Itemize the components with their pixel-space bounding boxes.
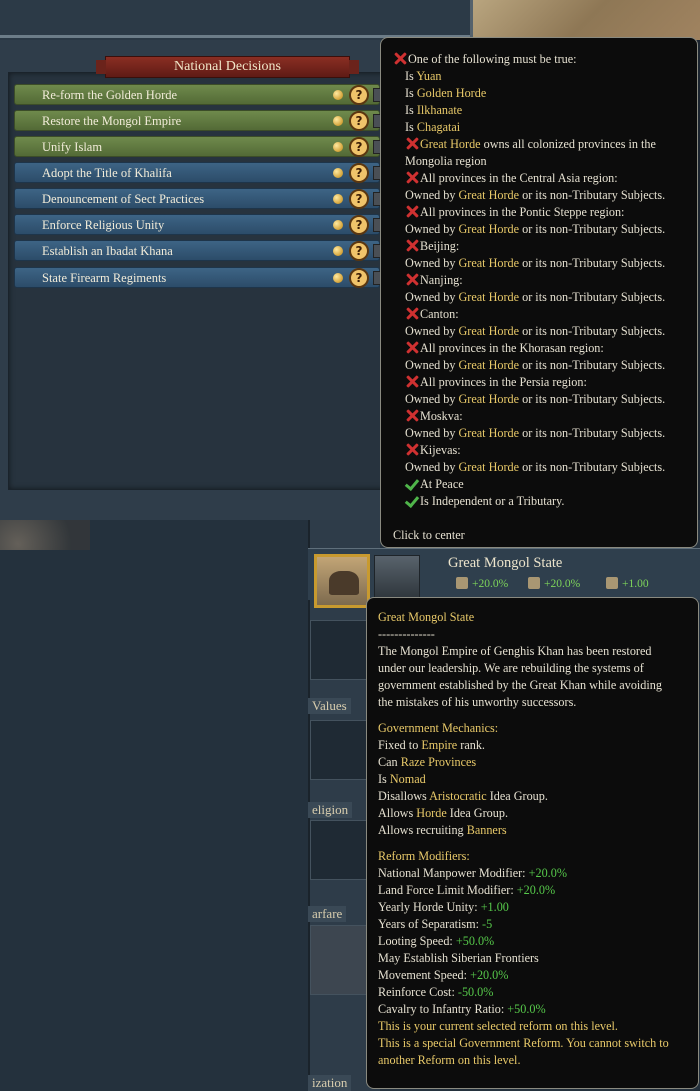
modifiers-header: Reform Modifiers: — [378, 849, 470, 863]
top-frame — [0, 0, 470, 38]
reform-slot-musket[interactable] — [310, 925, 370, 995]
help-button[interactable]: ? — [349, 215, 369, 235]
decision-establish-ibadat-khana[interactable]: Establish an Ibadat Khana ? — [14, 240, 381, 261]
map-corner[interactable] — [470, 0, 700, 40]
decision-unify-islam[interactable]: Unify Islam ? — [14, 136, 381, 157]
current-reform-note: This is your current selected reform on … — [378, 1019, 618, 1033]
reform-portrait-icon — [314, 554, 370, 608]
unmet-cross-icon — [405, 375, 420, 388]
decision-restore-mongol-empire[interactable]: Restore the Mongol Empire ? — [14, 110, 381, 131]
reform-slot[interactable] — [310, 820, 370, 880]
reform-tooltip-title: Great Mongol State — [378, 610, 475, 624]
decision-label: Unify Islam — [42, 140, 103, 154]
horsemen-icon — [329, 571, 359, 595]
modifier-row: National Manpower Modifier: +20.0% — [378, 866, 567, 880]
decision-requirements-tooltip: One of the following must be true: Is Yu… — [380, 37, 698, 548]
category-label-values: Values — [308, 698, 351, 714]
coin-icon — [333, 90, 343, 100]
decorative-corner — [0, 520, 90, 550]
met-check-icon — [405, 494, 420, 507]
help-button[interactable]: ? — [349, 111, 369, 131]
help-button[interactable]: ? — [349, 137, 369, 157]
unmet-cross-icon — [405, 409, 420, 422]
coin-icon — [333, 273, 343, 283]
unmet-cross-icon — [393, 52, 408, 65]
unmet-cross-icon — [405, 171, 420, 184]
modifier-row: Movement Speed: +20.0% — [378, 968, 509, 982]
coin-icon — [333, 168, 343, 178]
modifier-row: Reinforce Cost: -50.0% — [378, 985, 494, 999]
decision-adopt-title-khalifa[interactable]: Adopt the Title of Khalifa ? — [14, 162, 381, 183]
decision-label: Denouncement of Sect Practices — [42, 192, 205, 206]
help-button[interactable]: ? — [349, 163, 369, 183]
decision-state-firearm-regiments[interactable]: State Firearm Regiments ? — [14, 267, 381, 288]
modifier-row: Looting Speed: +50.0% — [378, 934, 495, 948]
unmet-cross-icon — [405, 443, 420, 456]
decision-label: Establish an Ibadat Khana — [42, 244, 173, 258]
modifier-row: Cavalry to Infantry Ratio: +50.0% — [378, 1002, 546, 1016]
special-reform-note: This is a special Government Reform. You… — [378, 1036, 669, 1050]
unmet-cross-icon — [405, 239, 420, 252]
reform-header-great-mongol-state[interactable]: Great Mongol State +20.0% +20.0% +1.00 — [308, 548, 700, 608]
mechanics-header: Government Mechanics: — [378, 721, 499, 735]
reform-modifier-horde-unity: +1.00 — [606, 577, 649, 590]
reform-slot[interactable] — [310, 720, 370, 780]
reform-title: Great Mongol State — [448, 555, 563, 571]
horde-unity-icon — [606, 577, 618, 589]
decision-label: State Firearm Regiments — [42, 271, 167, 285]
help-button[interactable]: ? — [349, 85, 369, 105]
manpower-icon — [456, 577, 468, 589]
modifier-row: Land Force Limit Modifier: +20.0% — [378, 883, 556, 897]
decision-label: Adopt the Title of Khalifa — [42, 166, 172, 180]
met-check-icon — [405, 477, 420, 490]
reform-modifier-manpower: +20.0% — [456, 577, 508, 590]
decision-label: Enforce Religious Unity — [42, 218, 165, 232]
decisions-title: National Decisions — [96, 56, 359, 78]
reform-tooltip: Great Mongol State -------------- The Mo… — [366, 597, 699, 1089]
decision-denouncement-sect-practices[interactable]: Denouncement of Sect Practices ? — [14, 188, 381, 209]
unmet-cross-icon — [405, 341, 420, 354]
decision-label: Re-form the Golden Horde — [42, 88, 178, 102]
help-button[interactable]: ? — [349, 189, 369, 209]
reform-slot[interactable] — [310, 620, 370, 680]
unmet-cross-icon — [405, 137, 420, 150]
coin-icon — [333, 220, 343, 230]
decision-reform-golden-horde[interactable]: Re-form the Golden Horde ? — [14, 84, 381, 105]
coin-icon — [333, 142, 343, 152]
fist-icon — [374, 555, 420, 599]
force-limit-icon — [528, 577, 540, 589]
unmet-cross-icon — [405, 205, 420, 218]
modifier-row: May Establish Siberian Frontiers — [378, 951, 539, 965]
click-to-center-hint: Click to center — [393, 528, 465, 542]
top-strip — [0, 0, 700, 40]
decision-enforce-religious-unity[interactable]: Enforce Religious Unity ? — [14, 214, 381, 235]
decision-label: Restore the Mongol Empire — [42, 114, 182, 128]
category-label-ization: ization — [308, 1075, 352, 1091]
coin-icon — [333, 116, 343, 126]
help-button[interactable]: ? — [349, 268, 369, 288]
modifier-row: Years of Separatism: -5 — [378, 917, 493, 931]
help-button[interactable]: ? — [349, 241, 369, 261]
category-label-warfare: arfare — [308, 906, 347, 922]
reform-modifier-forcelimit: +20.0% — [528, 577, 580, 590]
coin-icon — [333, 194, 343, 204]
modifier-row: Yearly Horde Unity: +1.00 — [378, 900, 509, 914]
unmet-cross-icon — [405, 273, 420, 286]
unmet-cross-icon — [405, 307, 420, 320]
coin-icon — [333, 246, 343, 256]
category-label-religion: eligion — [308, 802, 353, 818]
